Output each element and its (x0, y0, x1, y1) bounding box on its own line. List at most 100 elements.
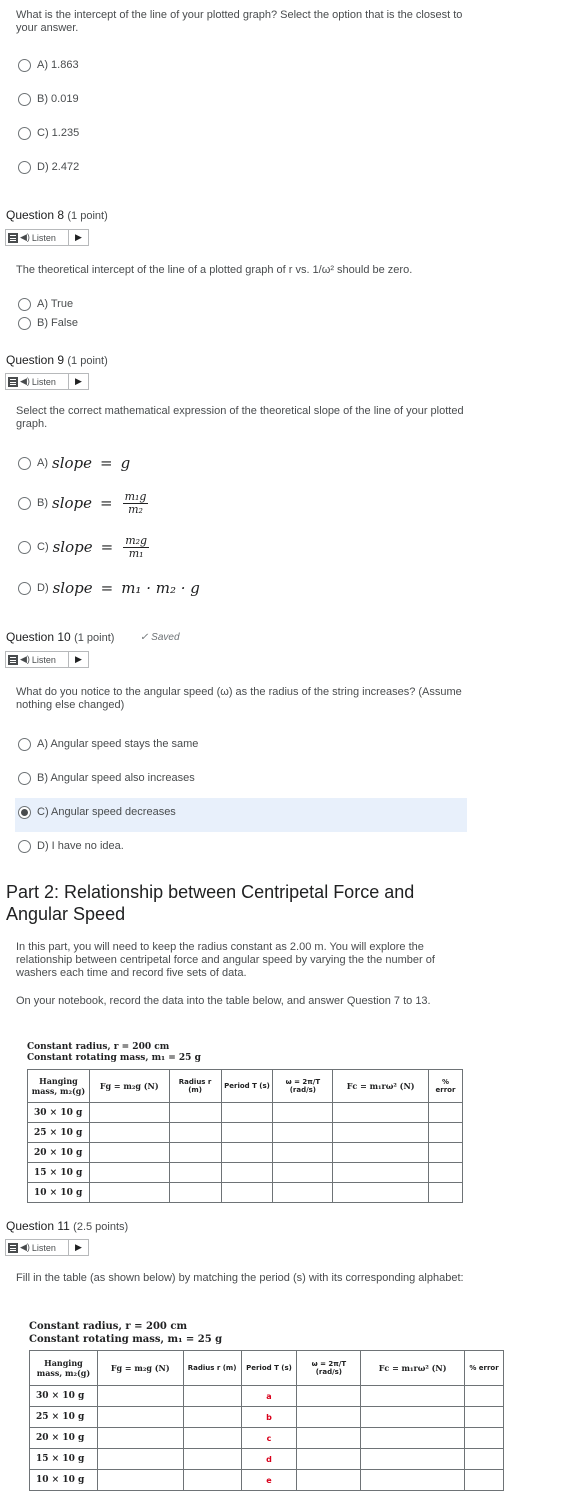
math-lhs: slope (52, 538, 93, 556)
caption-mass: Constant rotating mass, m₁ = 25 g (29, 1334, 223, 1345)
option-label: A) Angular speed stays the same (37, 738, 199, 750)
math-rhs: g (120, 454, 131, 472)
q8-option-b[interactable]: B) False (18, 314, 78, 332)
question-points: (1 point) (67, 355, 108, 367)
option-prefix: B) (37, 497, 48, 509)
speaker-icon: ◀) (20, 376, 30, 386)
radio-button[interactable] (18, 737, 31, 751)
math-expression: slope = m₁ · m₂ · g (52, 579, 200, 597)
mass-cell: 20 × 10 g (27, 1142, 90, 1163)
option-label: A) True (37, 298, 74, 310)
q10-option-a[interactable]: A) Angular speed stays the same (18, 735, 198, 753)
mass-cell: 25 × 10 g (27, 1122, 90, 1143)
q9-option-a[interactable]: A) slope = g (18, 454, 130, 472)
fraction: m₁g m₂ (122, 490, 149, 516)
period-letter: e (266, 1475, 272, 1485)
listen-button[interactable]: ◀) Listen ▶ (5, 229, 89, 246)
radio-button[interactable] (18, 771, 31, 785)
question-10-text: What do you notice to the angular speed … (16, 686, 462, 711)
math-lhs: slope (52, 454, 93, 472)
question-points: (2.5 points) (73, 1221, 129, 1233)
q10-option-b[interactable]: B) Angular speed also increases (18, 769, 195, 787)
radio-button[interactable] (18, 540, 31, 554)
radio-button-selected[interactable] (18, 805, 31, 819)
play-icon[interactable]: ▶ (68, 374, 88, 389)
q9-option-d[interactable]: D) slope = m₁ · m₂ · g (18, 579, 200, 597)
option-prefix: C) (37, 541, 49, 553)
radio-button[interactable] (18, 839, 31, 853)
q9-option-c[interactable]: C) slope = m₂g m₁ (18, 533, 150, 560)
caption-radius: Constant radius, r = 200 cm (29, 1321, 188, 1332)
question-title: Question 10 (6, 630, 71, 644)
question-title: Question 9 (6, 353, 65, 367)
table-header: Period T (s) (240, 1350, 298, 1386)
answer-table: Hanging mass, m₂(g) Fg = m₂g (N) Radius … (29, 1350, 504, 1491)
table-header: Fg = m₂g (N) (96, 1350, 184, 1386)
play-icon[interactable]: ▶ (68, 1240, 88, 1255)
play-icon[interactable]: ▶ (68, 230, 88, 245)
listen-button[interactable]: ◀) Listen ▶ (5, 1239, 89, 1256)
q10-option-c[interactable]: C) Angular speed decreases (18, 803, 176, 821)
table-header: ω = 2π/T (rad/s) (272, 1069, 334, 1103)
question-7-text: What is the intercept of the line of you… (16, 9, 463, 34)
table-row: 30 × 10 g (27, 1102, 463, 1123)
q7-option-a[interactable]: A) 1.863 (18, 56, 79, 74)
option-label: B) Angular speed also increases (37, 772, 195, 784)
option-label: D) I have no idea. (37, 840, 124, 852)
option-label: C) Angular speed decreases (37, 806, 176, 818)
radio-button[interactable] (18, 581, 31, 595)
speaker-icon: ◀) (20, 654, 30, 664)
math-expression: slope = g (52, 454, 131, 472)
radio-button[interactable] (18, 297, 31, 311)
radio-button[interactable] (18, 456, 31, 470)
table-row: 10 × 10 g (27, 1182, 463, 1203)
option-label: D) 2.472 (37, 161, 80, 173)
table-header: Hanging mass, m₂(g) (27, 1069, 90, 1103)
math-lhs: slope (52, 579, 93, 597)
math-lhs: slope (52, 494, 93, 512)
option-label: B) 0.019 (37, 93, 79, 105)
listen-button[interactable]: ◀) Listen ▶ (5, 651, 89, 668)
table-row: 15 × 10 g (27, 1162, 463, 1183)
math-expression: slope = m₂g m₁ (52, 533, 150, 560)
listen-label: Listen (31, 232, 56, 243)
table-header: Hanging mass, m₂(g) (29, 1350, 98, 1386)
table-header: Fc = m₁rω² (N) (360, 1350, 465, 1386)
listen-button[interactable]: ◀) Listen ▶ (5, 373, 89, 390)
radio-button[interactable] (18, 496, 31, 510)
play-icon[interactable]: ▶ (68, 652, 88, 667)
q8-option-a[interactable]: A) True (18, 295, 73, 313)
question-8-text: The theoretical intercept of the line of… (16, 264, 413, 276)
table-caption: Constant radius, r = 200 cm Constant rot… (29, 1320, 222, 1346)
radio-button[interactable] (18, 58, 31, 72)
document-icon (8, 654, 18, 665)
mass-cell: 20 × 10 g (29, 1427, 98, 1449)
table-row: 10 × 10 g e (29, 1469, 504, 1491)
mass-cell: 30 × 10 g (29, 1385, 98, 1407)
caption-mass: Constant rotating mass, m₁ = 25 g (27, 1053, 201, 1063)
option-prefix: A) (37, 457, 48, 469)
table-header: Radius r (m) (182, 1350, 242, 1386)
question-points: (1 point) (67, 210, 108, 222)
option-label: A) 1.863 (37, 59, 79, 71)
q7-option-c[interactable]: C) 1.235 (18, 124, 79, 142)
table-caption: Constant radius, r = 200 cm Constant rot… (27, 1042, 201, 1064)
listen-label: Listen (31, 654, 56, 665)
checkmark-icon: ✓ (140, 632, 149, 643)
denominator: m₂ (128, 502, 143, 516)
table-row: 30 × 10 g a (29, 1385, 504, 1407)
radio-button[interactable] (18, 126, 31, 140)
table-row: 20 × 10 g c (29, 1427, 504, 1449)
q7-option-b[interactable]: B) 0.019 (18, 90, 79, 108)
q7-option-d[interactable]: D) 2.472 (18, 158, 79, 176)
radio-button[interactable] (18, 316, 31, 330)
radio-button[interactable] (18, 92, 31, 106)
speaker-icon: ◀) (20, 232, 30, 242)
fraction: m₂g m₁ (123, 534, 150, 560)
radio-button[interactable] (18, 160, 31, 174)
option-prefix: D) (37, 582, 49, 594)
document-icon (8, 1242, 18, 1253)
q10-option-d[interactable]: D) I have no idea. (18, 837, 124, 855)
denominator: m₁ (128, 546, 144, 560)
q9-option-b[interactable]: B) slope = m₁g m₂ (18, 490, 149, 516)
